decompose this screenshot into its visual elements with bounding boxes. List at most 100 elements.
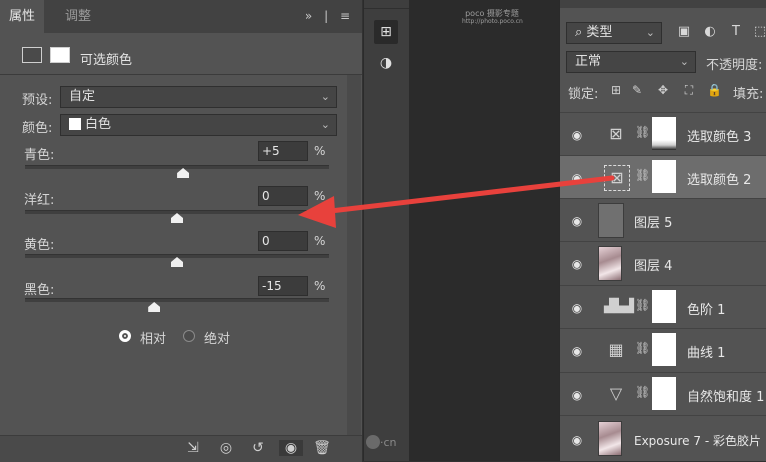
absolute-label[interactable]: 绝对 <box>204 328 230 347</box>
black-value-input[interactable]: -15 <box>258 276 308 296</box>
layer-thumbnail[interactable] <box>598 246 622 281</box>
chevron-down-icon: ⌄ <box>645 26 655 39</box>
white-swatch <box>69 118 81 130</box>
eye-icon[interactable]: ◉ <box>568 387 586 403</box>
eye-icon[interactable]: ◉ <box>568 127 586 143</box>
lock-all-icon[interactable]: 🔒 <box>707 83 722 99</box>
relative-label[interactable]: 相对 <box>140 328 166 347</box>
levels-icon: ▟▙▟ <box>604 299 634 314</box>
cyan-value-input[interactable]: +5 <box>258 141 308 161</box>
link-icon[interactable]: ⛓ <box>635 125 650 143</box>
layer-thumbnail[interactable] <box>598 203 624 238</box>
link-icon[interactable]: ⛓ <box>635 341 650 359</box>
layer-name[interactable]: 曲线 1 <box>687 342 725 361</box>
collapse-icon[interactable]: » <box>305 9 316 23</box>
uimaker-watermark-text: ·cn <box>380 436 397 449</box>
tab-properties[interactable]: 属性 <box>0 0 45 33</box>
fill-label: 填充: <box>733 87 764 102</box>
relative-radio[interactable] <box>119 330 131 342</box>
layers-panel: ⌕ 类型 ⌄ ▣ ◐ T ⬚ 正常 ⌄ 不透明度: 锁定: ⊞ ✎ ✥ ⛶ 🔒 … <box>559 0 766 461</box>
layer-mask-thumbnail[interactable] <box>652 117 676 150</box>
watermark-brand: poco 摄影专题 <box>465 9 519 18</box>
watermark-url: http://photo.poco.cn <box>462 18 523 25</box>
layer-mask-thumbnail[interactable] <box>652 333 676 366</box>
layer-mask-thumbnail[interactable] <box>652 377 676 410</box>
layer-row[interactable]: ◉ 图层 5 <box>560 198 766 241</box>
filter-type-dropdown[interactable]: ⌕ 类型 ⌄ <box>566 22 662 44</box>
clip-to-layer-icon[interactable]: ⇲ <box>184 440 202 456</box>
canvas-area <box>409 0 559 461</box>
reset-icon[interactable]: ↺ <box>249 440 267 456</box>
yellow-value-input[interactable]: 0 <box>258 231 308 251</box>
preset-value: 自定 <box>69 89 96 104</box>
preset-label: 预设: <box>22 93 53 108</box>
adjustments-dock-icon[interactable]: ◑ <box>374 51 398 75</box>
properties-dock-icon[interactable]: ⊞ <box>374 20 398 44</box>
cyan-slider-track[interactable] <box>25 165 329 169</box>
uimaker-watermark: ·cn <box>366 435 397 449</box>
lock-label: 锁定: <box>568 87 599 102</box>
eye-icon[interactable]: ◉ <box>568 343 586 359</box>
poco-watermark: poco 摄影专题 http://photo.poco.cn <box>462 9 523 26</box>
black-slider-track[interactable] <box>25 298 329 302</box>
lock-artboard-icon[interactable]: ⛶ <box>682 83 696 99</box>
lock-transparent-icon[interactable]: ⊞ <box>609 83 623 99</box>
chevron-down-icon: ⌄ <box>320 118 330 131</box>
magenta-value-input[interactable]: 0 <box>258 186 308 206</box>
eye-icon[interactable]: ◉ <box>568 213 586 229</box>
type-filter-icon[interactable]: T <box>728 24 744 40</box>
pixel-filter-icon[interactable]: ▣ <box>676 24 692 40</box>
shape-filter-icon[interactable]: ⬚ <box>752 24 766 40</box>
filter-type-value: 类型 <box>586 25 613 40</box>
link-icon[interactable]: ⛓ <box>635 298 650 316</box>
properties-panel: 属性 调整 » | ≡ 可选颜色 预设: 自定 ⌄ 颜色: 白色 ⌄ 青色: +… <box>0 0 362 462</box>
layer-thumbnail[interactable] <box>598 421 622 456</box>
adjustment-filter-icon[interactable]: ◐ <box>702 24 718 40</box>
blend-mode-dropdown[interactable]: 正常 ⌄ <box>566 51 696 73</box>
absolute-radio[interactable] <box>183 330 195 342</box>
layer-row[interactable]: ◉ ▟▙▟ ⛓ 色阶 1 <box>560 285 766 328</box>
eye-icon[interactable]: ◉ <box>568 300 586 316</box>
layer-row[interactable]: ◉ ⊠ ⛓ 选取颜色 3 <box>560 112 766 155</box>
colors-dropdown[interactable]: 白色 ⌄ <box>60 114 337 136</box>
layer-name[interactable]: 选取颜色 3 <box>687 126 751 145</box>
slider-label-cyan: 青色: <box>24 148 55 163</box>
chevron-down-icon: ⌄ <box>320 90 330 103</box>
eye-icon[interactable]: ◉ <box>568 432 586 448</box>
layer-mask-thumbnail[interactable] <box>652 290 676 323</box>
layer-mask-thumbnail[interactable] <box>652 160 676 193</box>
colors-value: 白色 <box>85 117 112 132</box>
eye-icon[interactable]: ◉ <box>568 170 586 186</box>
layer-row[interactable]: ◉ Exposure 7 - 彩色胶片 <box>560 415 766 461</box>
layer-row-selected[interactable]: ◉ ⊠ ⛓ 选取颜色 2 <box>560 155 766 198</box>
uimaker-logo <box>366 435 380 449</box>
layer-name[interactable]: 图层 5 <box>634 212 672 231</box>
panel-dock-strip: ⊞ ◑ <box>363 0 410 461</box>
visibility-icon[interactable]: ◉ <box>279 440 303 456</box>
layer-row[interactable]: ◉ 图层 4 <box>560 241 766 284</box>
layer-name[interactable]: 图层 4 <box>634 255 672 274</box>
layer-row[interactable]: ◉ ▦ ⛓ 曲线 1 <box>560 328 766 371</box>
slider-label-black: 黑色: <box>24 283 55 298</box>
layer-name[interactable]: 选取颜色 2 <box>687 169 751 188</box>
layer-mask-icon[interactable] <box>50 47 70 63</box>
link-icon[interactable]: ⛓ <box>635 168 650 186</box>
layer-row[interactable]: ◉ ▽ ⛓ 自然饱和度 1 <box>560 372 766 415</box>
preset-dropdown[interactable]: 自定 ⌄ <box>60 86 337 108</box>
view-previous-state-icon[interactable]: ◎ <box>217 440 235 456</box>
delete-icon[interactable]: 🗑 <box>313 440 331 456</box>
magenta-unit: % <box>314 189 326 203</box>
selective-color-icon: ⊠ <box>604 165 630 191</box>
lock-image-icon[interactable]: ✎ <box>630 83 644 99</box>
link-icon[interactable]: ⛓ <box>635 385 650 403</box>
eye-icon[interactable]: ◉ <box>568 256 586 272</box>
layer-name[interactable]: 自然饱和度 1 <box>687 386 764 405</box>
tab-adjustments[interactable]: 调整 <box>56 0 100 33</box>
layer-name[interactable]: Exposure 7 - 彩色胶片 <box>634 432 761 449</box>
properties-bottom-bar <box>0 435 362 462</box>
lock-position-icon[interactable]: ✥ <box>656 83 670 99</box>
chevron-down-icon: ⌄ <box>679 55 689 68</box>
panel-menu[interactable]: » | ≡ <box>305 0 354 33</box>
layer-name[interactable]: 色阶 1 <box>687 299 725 318</box>
scrollbar[interactable] <box>347 75 361 435</box>
